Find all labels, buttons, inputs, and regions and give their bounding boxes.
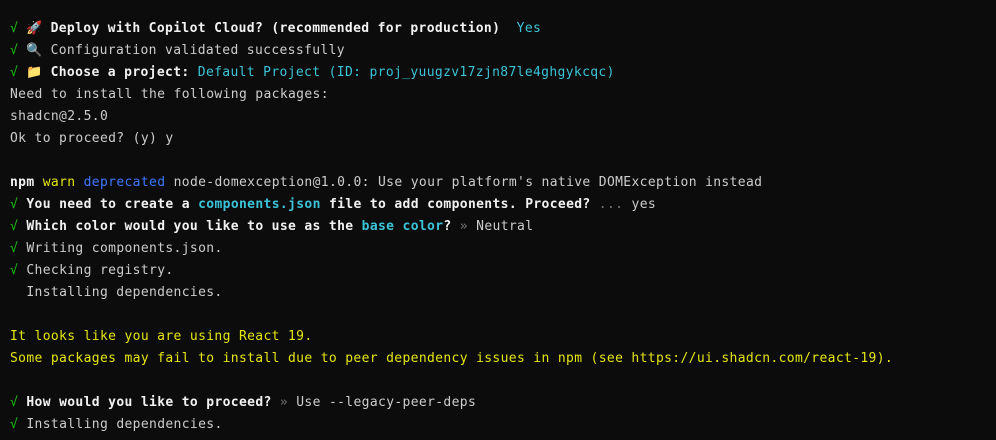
magnifier-icon: 🔍 bbox=[26, 43, 43, 58]
base-color-highlight: base color bbox=[361, 219, 444, 234]
config-validated-line: √ 🔍 Configuration validated successfully bbox=[10, 40, 996, 62]
terminal-window: √ 🚀 Deploy with Copilot Cloud? (recommen… bbox=[0, 0, 996, 440]
package-name-text: shadcn@2.5.0 bbox=[10, 109, 109, 124]
config-validated-text: Configuration validated successfully bbox=[50, 43, 345, 58]
base-color-prompt-b: ? bbox=[443, 219, 452, 234]
check-mark: √ bbox=[10, 197, 19, 212]
deploy-prompt: Deploy with Copilot Cloud? (recommended … bbox=[50, 21, 501, 36]
separator-chevron: » bbox=[459, 219, 468, 234]
check-mark: √ bbox=[10, 43, 19, 58]
check-mark: √ bbox=[10, 219, 19, 234]
base-color-line: √ Which color would you like to use as t… bbox=[10, 216, 996, 238]
peer-deps-warning-line: Some packages may fail to install due to… bbox=[10, 348, 996, 370]
peer-deps-warning-text: Some packages may fail to install due to… bbox=[10, 351, 894, 366]
check-mark: √ bbox=[10, 21, 19, 36]
check-mark: √ bbox=[10, 263, 19, 278]
components-json-highlight: components.json bbox=[198, 197, 321, 212]
writing-components-text: Writing components.json. bbox=[26, 241, 223, 256]
install-packages-text: Need to install the following packages: bbox=[10, 87, 329, 102]
checking-registry-text: Checking registry. bbox=[26, 263, 174, 278]
components-prompt-b: file to add components. Proceed? bbox=[328, 197, 591, 212]
ok-proceed-text: Ok to proceed? (y) y bbox=[10, 131, 174, 146]
project-answer: Default Project (ID: proj_yuugzv17zjn87l… bbox=[197, 65, 615, 80]
choose-project-prompt: Choose a project: bbox=[50, 65, 190, 80]
components-json-line: √ You need to create a components.json f… bbox=[10, 194, 996, 216]
npm-warn-line: npm warn deprecated node-domexception@1.… bbox=[10, 172, 996, 194]
installing-deps-pending-line: Installing dependencies. bbox=[10, 282, 996, 304]
how-proceed-prompt: How would you like to proceed? bbox=[26, 395, 272, 410]
npm-warn-text: node-domexception@1.0.0: Use your platfo… bbox=[173, 175, 763, 190]
check-mark: √ bbox=[10, 241, 19, 256]
separator-chevron: » bbox=[279, 395, 289, 410]
components-answer: yes bbox=[631, 197, 657, 212]
ok-proceed-line: Ok to proceed? (y) y bbox=[10, 128, 996, 150]
check-mark: √ bbox=[10, 395, 19, 410]
ellipsis: ... bbox=[598, 197, 624, 212]
check-mark: √ bbox=[10, 417, 19, 432]
install-packages-line: Need to install the following packages: bbox=[10, 84, 996, 106]
react19-notice-line: It looks like you are using React 19. bbox=[10, 326, 996, 348]
how-proceed-line: √ How would you like to proceed? » Use -… bbox=[10, 392, 996, 414]
folder-icon: 📁 bbox=[26, 65, 43, 80]
rocket-icon: 🚀 bbox=[26, 21, 43, 36]
check-mark: √ bbox=[10, 65, 19, 80]
deploy-prompt-line: √ 🚀 Deploy with Copilot Cloud? (recommen… bbox=[10, 18, 996, 40]
deploy-answer: Yes bbox=[516, 21, 542, 36]
choose-project-line: √ 📁 Choose a project: Default Project (I… bbox=[10, 62, 996, 84]
how-proceed-answer: Use --legacy-peer-deps bbox=[296, 395, 477, 410]
installing-deps-done-text: Installing dependencies. bbox=[26, 417, 223, 432]
deprecated-label: deprecated bbox=[83, 175, 166, 190]
react19-notice-text: It looks like you are using React 19. bbox=[10, 329, 313, 344]
base-color-answer: Neutral bbox=[476, 219, 534, 234]
installing-deps-pending-text: Installing dependencies. bbox=[26, 285, 223, 300]
warn-label: warn bbox=[42, 175, 76, 190]
checking-registry-line: √ Checking registry. bbox=[10, 260, 996, 282]
base-color-prompt-a: Which color would you like to use as the bbox=[26, 219, 354, 234]
npm-label: npm bbox=[10, 175, 35, 190]
writing-components-line: √ Writing components.json. bbox=[10, 238, 996, 260]
components-prompt-a: You need to create a bbox=[26, 197, 190, 212]
package-name-line: shadcn@2.5.0 bbox=[10, 106, 996, 128]
installing-deps-done-line: √ Installing dependencies. bbox=[10, 414, 996, 436]
